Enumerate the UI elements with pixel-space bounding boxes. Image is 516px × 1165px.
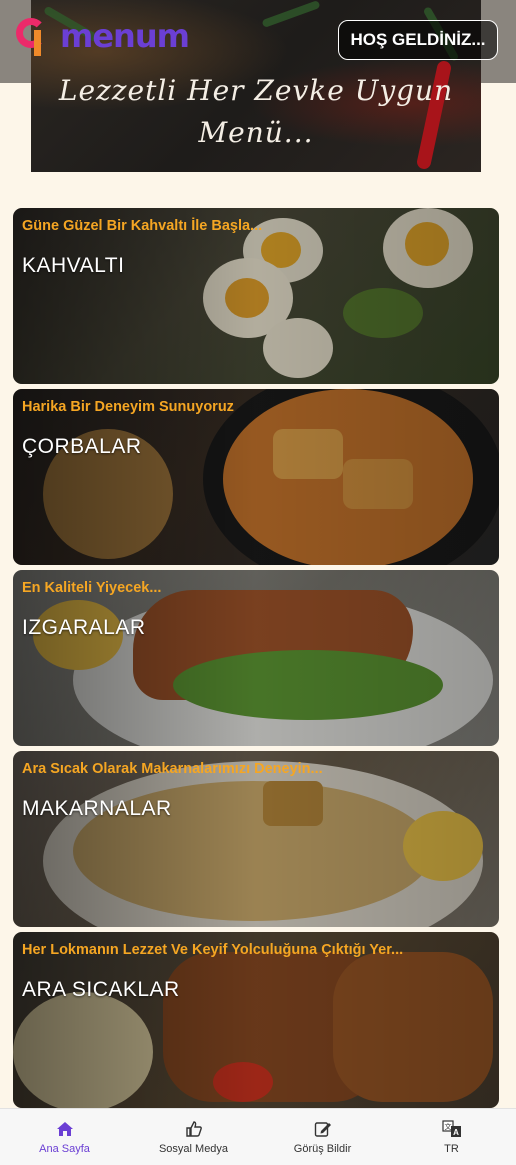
nav-label: Ana Sayfa bbox=[39, 1143, 90, 1155]
category-title: KAHVALTI bbox=[22, 254, 125, 277]
category-title: ARA SICAKLAR bbox=[22, 978, 180, 1001]
edit-icon bbox=[314, 1119, 332, 1139]
hero-slogan-line1: Lezzetli Her Zevke Uygun bbox=[58, 74, 454, 107]
svg-text:A: A bbox=[453, 1128, 459, 1137]
category-title: MAKARNALAR bbox=[22, 797, 172, 820]
nav-ana-sayfa[interactable]: Ana Sayfa bbox=[0, 1109, 129, 1165]
logo-text: menum bbox=[60, 17, 190, 55]
category-card-izgaralar[interactable]: En Kaliteli Yiyecek... IZGARALAR bbox=[13, 570, 499, 746]
nav-label: TR bbox=[444, 1143, 459, 1155]
hero-slogan: Lezzetli Her Zevke Uygun Menü... bbox=[31, 70, 481, 154]
category-card-corbalar[interactable]: Harika Bir Deneyim Sunuyoruz ÇORBALAR bbox=[13, 389, 499, 565]
category-tagline: Harika Bir Deneyim Sunuyoruz bbox=[22, 399, 234, 415]
nav-label: Sosyal Medya bbox=[158, 1143, 229, 1155]
welcome-button[interactable]: HOŞ GELDİNİZ... bbox=[338, 20, 498, 60]
app-logo[interactable]: menum bbox=[16, 16, 190, 56]
category-list: Güne Güzel Bir Kahvaltı İle Başla... KAH… bbox=[13, 208, 499, 1113]
nav-language[interactable]: A文 TR bbox=[387, 1109, 516, 1165]
category-tagline: En Kaliteli Yiyecek... bbox=[22, 580, 162, 596]
category-tagline: Ara Sıcak Olarak Makarnalarımızı Deneyin… bbox=[22, 761, 323, 777]
home-icon bbox=[56, 1119, 74, 1139]
svg-text:文: 文 bbox=[444, 1122, 451, 1131]
thumbs-up-icon bbox=[185, 1119, 203, 1139]
category-card-kahvalti[interactable]: Güne Güzel Bir Kahvaltı İle Başla... KAH… bbox=[13, 208, 499, 384]
logo-mark-icon bbox=[16, 16, 56, 56]
category-title: ÇORBALAR bbox=[22, 435, 142, 458]
category-card-makarnalar[interactable]: Ara Sıcak Olarak Makarnalarımızı Deneyin… bbox=[13, 751, 499, 927]
nav-gorus-bildir[interactable]: Görüş Bildir bbox=[258, 1109, 387, 1165]
nav-label: Görüş Bildir bbox=[293, 1143, 352, 1155]
hero-slogan-line2: Menü... bbox=[198, 116, 314, 149]
bottom-navigation: Ana Sayfa Sosyal Medya Görüş Bildir A文 T… bbox=[0, 1108, 516, 1165]
category-tagline: Güne Güzel Bir Kahvaltı İle Başla... bbox=[22, 218, 263, 234]
nav-sosyal-medya[interactable]: Sosyal Medya bbox=[129, 1109, 258, 1165]
translate-icon: A文 bbox=[441, 1119, 462, 1139]
category-tagline: Her Lokmanın Lezzet Ve Keyif Yolculuğuna… bbox=[22, 942, 404, 958]
category-card-ara-sicaklar[interactable]: Her Lokmanın Lezzet Ve Keyif Yolculuğuna… bbox=[13, 932, 499, 1108]
leaf-decoration bbox=[261, 0, 321, 29]
category-title: IZGARALAR bbox=[22, 616, 146, 639]
